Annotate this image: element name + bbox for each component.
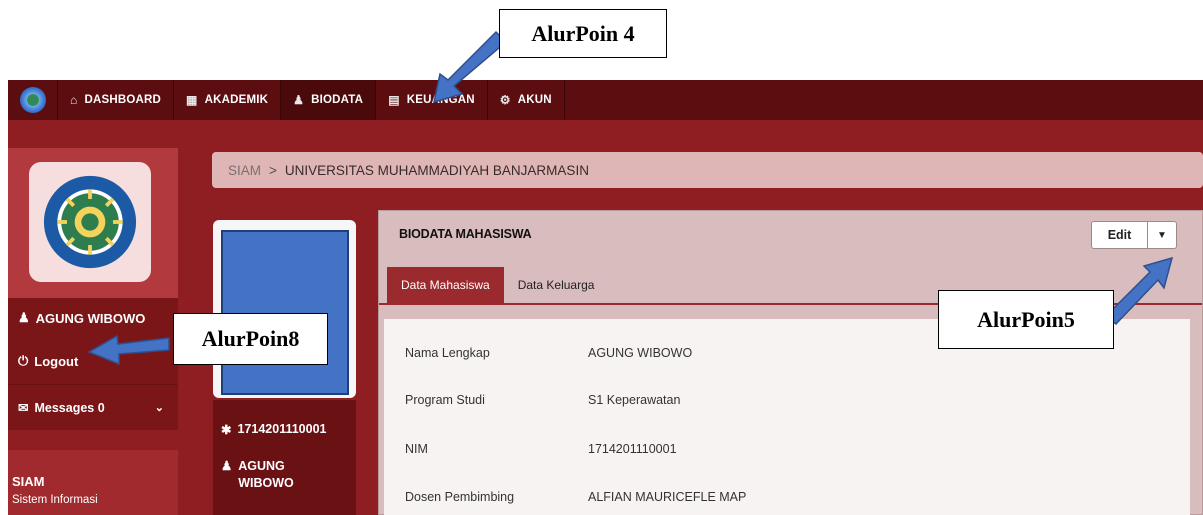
row-value: ALFIAN MAURICEFLE MAP	[588, 490, 747, 504]
row-value: AGUNG WIBOWO	[588, 346, 693, 360]
nav-biodata[interactable]: ♟ BIODATA	[281, 80, 377, 120]
university-seal-icon	[43, 175, 137, 269]
edit-dropdown-toggle[interactable]: ▼	[1148, 221, 1177, 249]
row-label: Program Studi	[405, 393, 485, 407]
callout-alurpoin8: AlurPoin8	[173, 313, 328, 365]
row-nim: NIM 1714201110001	[405, 442, 677, 456]
messages-label: Messages 0	[34, 400, 105, 415]
breadcrumb-separator: >	[269, 162, 277, 178]
caret-down-icon: ▼	[1157, 229, 1167, 241]
sub-bar	[8, 120, 1203, 148]
app-short-name: SIAM	[12, 474, 45, 489]
tab-data-keluarga[interactable]: Data Keluarga	[504, 267, 609, 303]
profile-nim-value: 1714201110001	[237, 422, 327, 436]
app-long-name: Sistem Informasi	[12, 494, 98, 506]
nav-dashboard[interactable]: ⌂ DASHBOARD	[58, 80, 175, 120]
top-navbar: ⌂DASHBOARD ▦AKADEMIK ♟BIODATA ▤KEUANGAN …	[8, 80, 1203, 120]
sidebar-user-name: AGUNG WIBOWO	[35, 310, 146, 326]
university-logo-icon	[19, 87, 46, 113]
logout-label: Logout	[34, 353, 79, 369]
profile-name-line1: AGUNG	[238, 459, 285, 473]
breadcrumb-current: UNIVERSITAS MUHAMMADIYAH BANJARMASIN	[284, 162, 589, 178]
row-program-studi: Program Studi S1 Keperawatan	[405, 393, 680, 407]
nav-akun-label: AKUN	[517, 94, 552, 106]
tab-data-mahasiswa[interactable]: Data Mahasiswa	[387, 267, 504, 303]
power-icon: ⏻	[18, 353, 29, 368]
nav-akademik-label: AKADEMIK	[204, 94, 269, 106]
user-icon: ♟	[221, 459, 233, 473]
edit-button[interactable]: Edit	[1091, 221, 1148, 249]
nav-biodata-label: BIODATA	[311, 94, 364, 106]
user-icon: ♟	[293, 93, 305, 107]
callout-alurpoin5: AlurPoin5	[938, 290, 1114, 349]
row-label: Nama Lengkap	[405, 346, 490, 360]
money-icon: ▤	[388, 93, 400, 107]
grid-icon: ▦	[186, 93, 198, 107]
sidebar-logo-area	[8, 148, 178, 298]
envelope-icon: ✉	[18, 401, 29, 415]
breadcrumb-root[interactable]: SIAM	[228, 163, 261, 178]
biodata-panel: BIODATA MAHASISWA Edit ▼ Data Mahasiswa …	[378, 210, 1203, 515]
university-seal	[29, 162, 151, 282]
row-nama-lengkap: Nama Lengkap AGUNG WIBOWO	[405, 346, 692, 360]
user-icon: ♟	[18, 310, 30, 325]
row-value: 1714201110001	[588, 442, 677, 456]
chevron-down-icon: ⌄	[154, 402, 164, 414]
profile-photo-frame	[213, 220, 356, 398]
sidebar-app-info: SIAM Sistem Informasi	[8, 450, 178, 515]
callout-alurpoin4: AlurPoin 4	[499, 9, 667, 58]
arrow-alurpoin8	[87, 334, 170, 366]
arrow-alurpoin4	[433, 30, 508, 104]
profile-nim: ✱ 1714201110001	[221, 422, 326, 437]
nav-logo[interactable]	[8, 80, 58, 120]
row-value: S1 Keperawatan	[588, 393, 681, 407]
panel-title: BIODATA MAHASISWA	[399, 227, 532, 241]
row-label: NIM	[405, 442, 428, 456]
profile-name-line2: WIBOWO	[238, 476, 294, 490]
profile-name: ♟ AGUNG WIBOWO	[221, 458, 294, 492]
edit-button-group: Edit ▼	[1091, 221, 1177, 249]
row-dosen-pembimbing: Dosen Pembimbing ALFIAN MAURICEFLE MAP	[405, 490, 746, 504]
messages-menu[interactable]: ✉ Messages 0 ⌄	[8, 384, 178, 430]
panel-tabs: Data Mahasiswa Data Keluarga	[387, 267, 608, 303]
asterisk-icon: ✱	[221, 423, 232, 437]
home-icon: ⌂	[70, 93, 78, 107]
row-label: Dosen Pembimbing	[405, 490, 515, 504]
nav-dashboard-label: DASHBOARD	[84, 94, 162, 106]
nav-akademik[interactable]: ▦ AKADEMIK	[174, 80, 282, 120]
profile-info-card: ✱ 1714201110001 ♟ AGUNG WIBOWO	[213, 400, 356, 515]
breadcrumb: SIAM > UNIVERSITAS MUHAMMADIYAH BANJARMA…	[212, 152, 1203, 188]
